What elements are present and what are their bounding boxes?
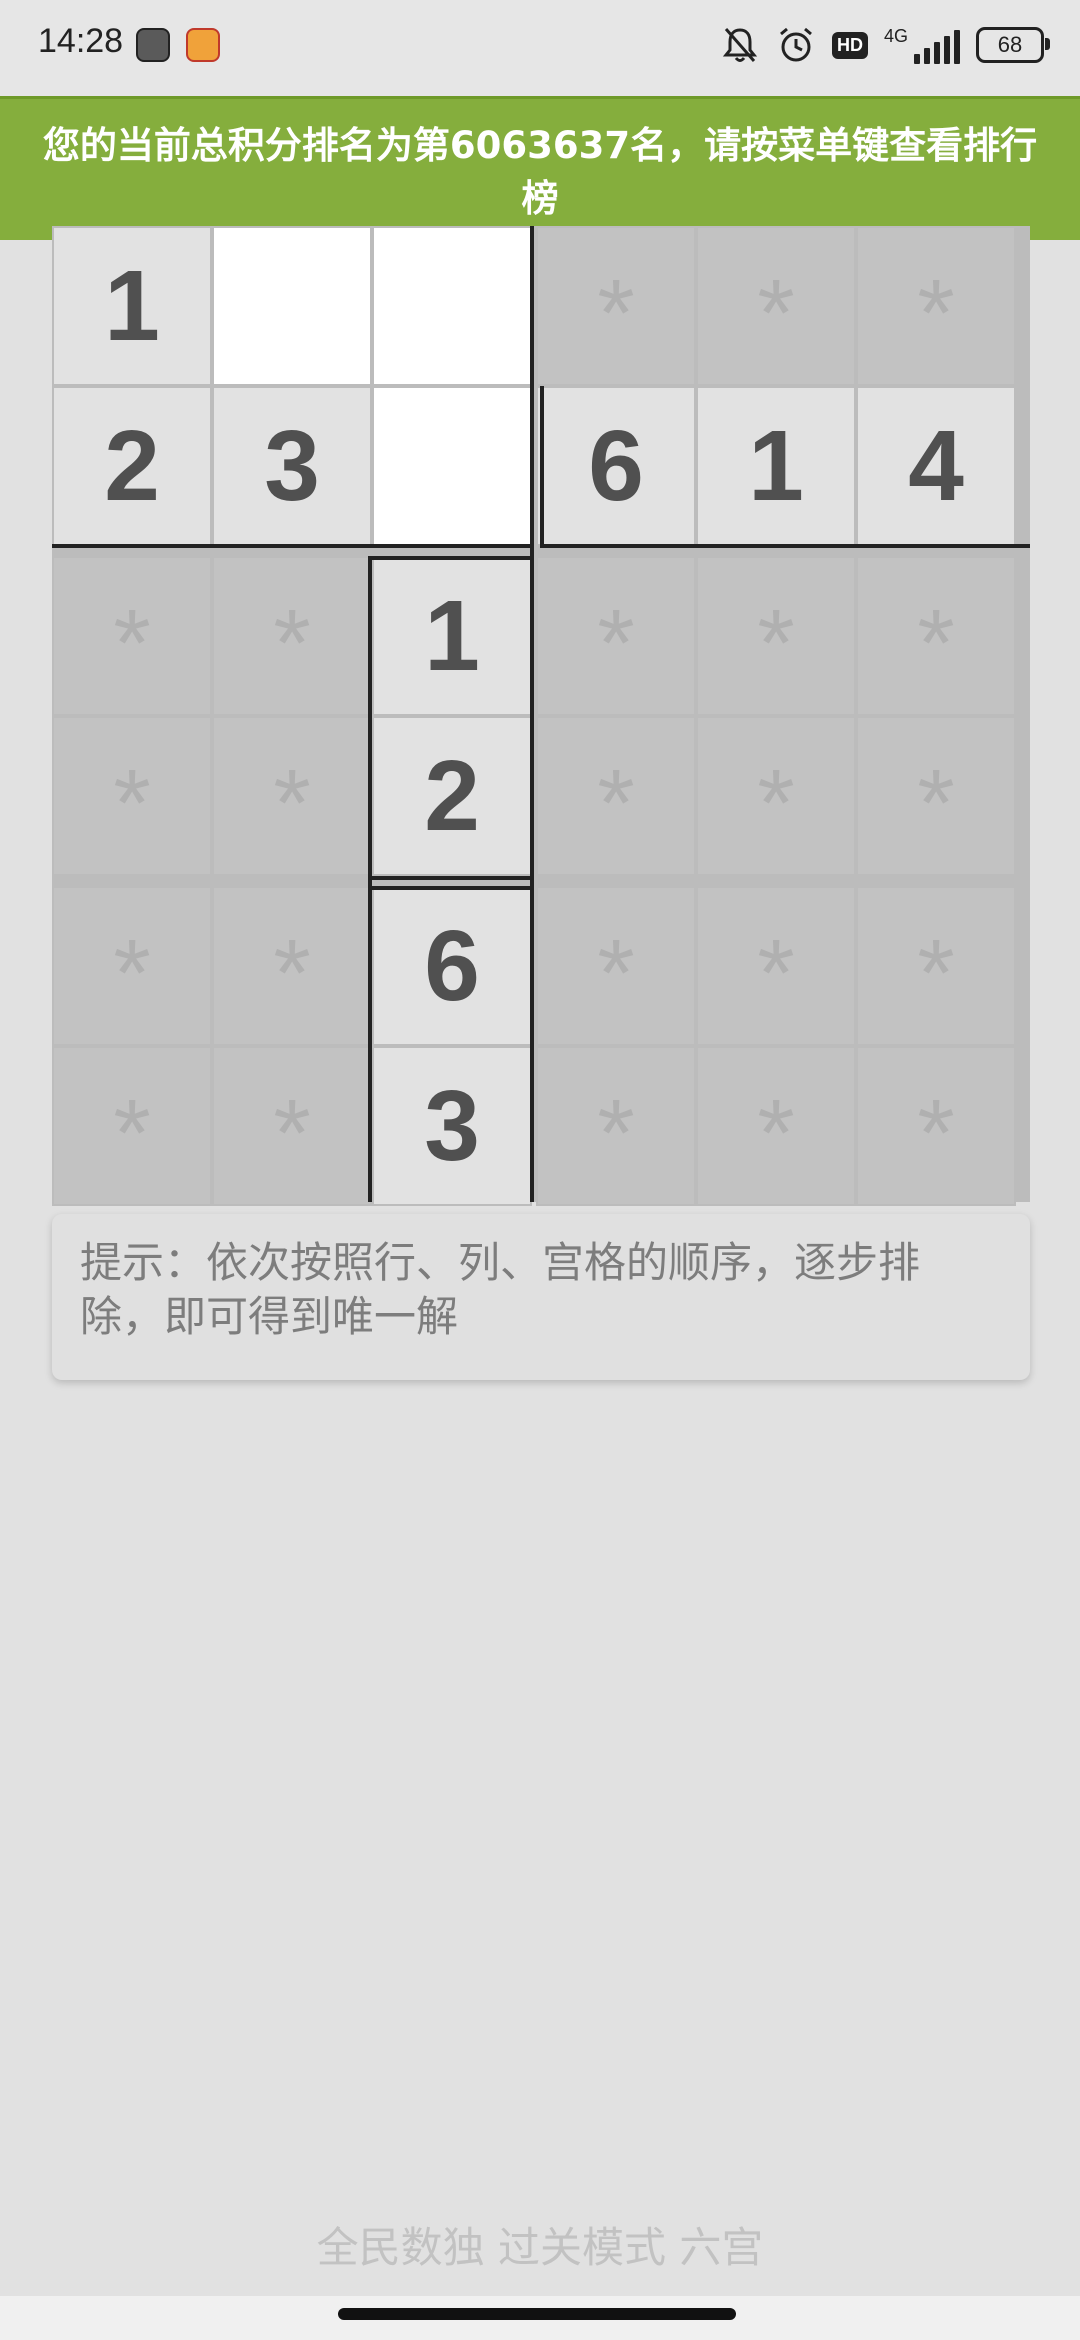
masked-cell: * — [212, 716, 372, 876]
masked-cell: * — [696, 226, 856, 386]
masked-cell: * — [212, 886, 372, 1046]
masked-cell: * — [856, 716, 1016, 876]
given-cell: 4 — [856, 386, 1016, 546]
bell-muted-icon — [722, 28, 758, 62]
masked-cell: * — [536, 716, 696, 876]
masked-cell: * — [52, 886, 212, 1046]
masked-cell: * — [696, 556, 856, 716]
notification-app-icon — [136, 28, 170, 62]
masked-cell: * — [696, 1046, 856, 1206]
box-border-line — [368, 876, 534, 880]
hd-icon: HD — [831, 31, 868, 59]
given-cell: 1 — [696, 386, 856, 546]
given-cell: 3 — [372, 1046, 532, 1206]
masked-cell: * — [52, 556, 212, 716]
home-indicator[interactable] — [338, 2308, 736, 2320]
alarm-icon — [780, 27, 812, 62]
given-cell: 6 — [536, 386, 696, 546]
box-border-line — [540, 544, 1030, 548]
given-cell: 3 — [212, 386, 372, 546]
masked-cell: * — [856, 226, 1016, 386]
gallery-app-icon — [186, 28, 220, 62]
box-border-line — [52, 544, 534, 548]
masked-cell: * — [212, 556, 372, 716]
masked-cell: * — [856, 886, 1016, 1046]
signal-icon: 4G — [884, 26, 960, 64]
masked-cell: * — [52, 716, 212, 876]
status-time: 14:28 — [38, 22, 124, 60]
masked-cell: * — [212, 1046, 372, 1206]
given-cell: 1 — [372, 556, 532, 716]
given-cell: 6 — [372, 886, 532, 1046]
status-bar: 14:28 HD 4G 68 — [0, 0, 1080, 96]
given-cell: 2 — [372, 716, 532, 876]
battery-level: 68 — [997, 32, 1023, 57]
masked-cell: * — [856, 556, 1016, 716]
empty-cell[interactable] — [372, 386, 532, 546]
masked-cell: * — [856, 1046, 1016, 1206]
masked-cell: * — [52, 1046, 212, 1206]
given-cell: 1 — [52, 226, 212, 386]
empty-cell[interactable] — [212, 226, 372, 386]
hint-text: 提示：依次按照行、列、宫格的顺序，逐步排除，即可得到唯一解 — [80, 1238, 921, 1341]
masked-cell: * — [536, 226, 696, 386]
masked-cell: * — [696, 716, 856, 876]
hint-box: 提示：依次按照行、列、宫格的顺序，逐步排除，即可得到唯一解 — [52, 1214, 1030, 1380]
masked-cell: * — [536, 1046, 696, 1206]
status-icons: HD 4G 68 — [720, 20, 1050, 70]
box-border-line — [368, 886, 534, 890]
sudoku-board: 1 * * * 2 3 6 1 4 * * 1 * * * * * 2 * * * * * 6 * * * * * 3 * * * — [52, 226, 1030, 1206]
masked-cell: * — [536, 886, 696, 1046]
network-type: 4G — [883, 26, 908, 46]
ranking-toast: 您的当前总积分排名为第6063637名，请按菜单键查看排行榜 — [0, 96, 1080, 240]
masked-cell: * — [696, 886, 856, 1046]
given-cell: 2 — [52, 386, 212, 546]
battery-icon: 68 — [976, 27, 1050, 63]
game-mode-label: 全民数独 过关模式 六宫 — [316, 2223, 764, 2272]
box-border-line — [368, 556, 534, 560]
masked-cell: * — [536, 556, 696, 716]
box-border-line — [530, 226, 534, 556]
empty-cell[interactable] — [372, 226, 532, 386]
box-border-line — [540, 386, 544, 546]
